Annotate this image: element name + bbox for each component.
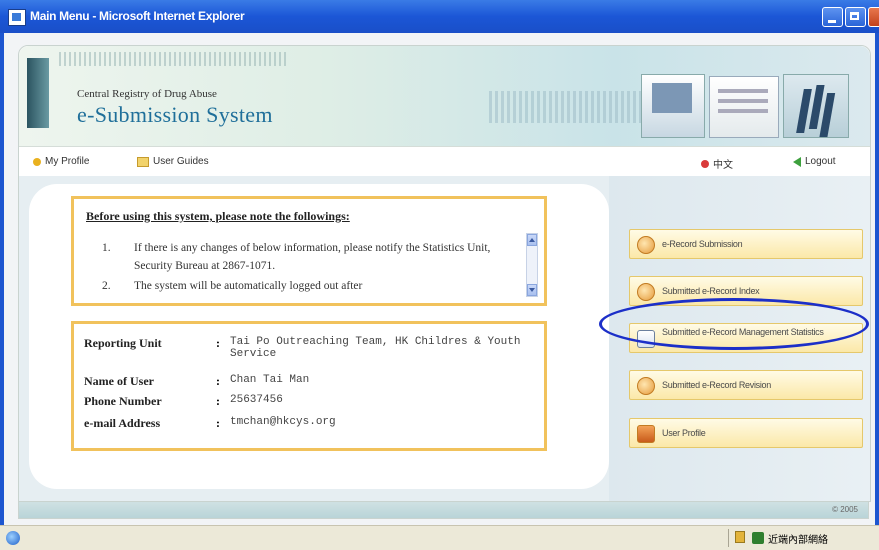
list-item-number: 1. (102, 242, 111, 254)
email-value: tmchan@hkcys.org (230, 416, 336, 428)
phone-label: Phone Number (84, 394, 162, 408)
book-icon (137, 156, 149, 167)
scroll-up-button[interactable] (527, 234, 537, 246)
maximize-button[interactable] (845, 7, 866, 27)
computer-picture (641, 74, 705, 138)
decorative-pattern (59, 52, 289, 66)
status-bar: 近端內部網絡 (0, 525, 879, 550)
management-statistics-button[interactable]: Submitted e-Record Management Statistics (629, 323, 863, 353)
document-picture (709, 76, 779, 138)
logo-bar (27, 58, 49, 128)
main-content: Before using this system, please note th… (18, 176, 871, 502)
user-profile-icon (637, 425, 655, 443)
my-profile-link[interactable]: My Profile (33, 156, 89, 167)
menu-label: Submitted e-Record Revision (662, 380, 771, 390)
security-zone: 近端內部網絡 (768, 535, 828, 546)
notice-scrollbar[interactable] (526, 233, 538, 297)
colon: : (216, 374, 220, 388)
chinese-link[interactable]: 中文 (701, 156, 733, 171)
notice-title: Before using this system, please note th… (86, 209, 350, 223)
ie-window-icon[interactable] (8, 9, 26, 26)
bullet-icon (33, 157, 41, 166)
language-icon (701, 159, 709, 168)
name-value: Chan Tai Man (230, 374, 310, 386)
lock-icon (735, 531, 745, 543)
list-item-text: The system will be automatically logged … (134, 280, 363, 292)
header-banner: Central Registry of Drug Abuse e-Submiss… (19, 46, 870, 146)
page-footer: © 2005 (18, 501, 869, 519)
top-nav: My Profile User Guides 中文 Logout (19, 146, 870, 177)
email-label: e-mail Address (84, 416, 161, 430)
list-item-number: 2. (102, 280, 111, 292)
window-title: Main Menu - Microsoft Internet Explorer (30, 9, 245, 23)
menu-label: e-Record Submission (662, 239, 743, 249)
status-divider (728, 529, 729, 547)
colon: : (216, 336, 220, 350)
colon: : (216, 416, 220, 430)
chinese-label: 中文 (713, 160, 733, 171)
system-title: e-Submission System (77, 102, 273, 127)
list-item: 2. The system will be automatically logg… (92, 277, 522, 297)
name-label: Name of User (84, 374, 154, 388)
page-status-icon (6, 531, 20, 545)
page-viewport: Central Registry of Drug Abuse e-Submiss… (4, 33, 875, 525)
notice-box: Before using this system, please note th… (71, 196, 547, 306)
logout-label: Logout (805, 156, 836, 167)
browser-window: Main Menu - Microsoft Internet Explorer … (0, 0, 879, 550)
logout-arrow-icon (793, 156, 801, 167)
close-button[interactable] (868, 7, 879, 27)
list-item-text: If there is any changes of below informa… (134, 242, 491, 272)
reporting-unit-label: Reporting Unit (84, 336, 162, 350)
menu-panel: e-Record Submission Submitted e-Record I… (609, 176, 870, 501)
site-header: Central Registry of Drug Abuse e-Submiss… (18, 45, 871, 177)
notice-list[interactable]: 1. If there is any changes of below info… (92, 239, 522, 301)
reporting-unit-value: Tai Po Outreaching Team, HK Childres & Y… (230, 336, 521, 360)
phone-value: 25637456 (230, 394, 283, 406)
pens-picture (783, 74, 849, 138)
title-bar[interactable]: Main Menu - Microsoft Internet Explorer (0, 0, 879, 33)
menu-label: User Profile (662, 428, 706, 438)
reporting-unit-row: Reporting Unit : Tai Po Outreaching Team… (84, 336, 544, 366)
logout-link[interactable]: Logout (793, 156, 836, 167)
intranet-zone-icon (752, 532, 764, 544)
index-icon (637, 283, 655, 301)
colon: : (216, 394, 220, 408)
revision-icon (637, 377, 655, 395)
submission-icon (637, 236, 655, 254)
my-profile-label: My Profile (45, 156, 90, 167)
left-panel: Before using this system, please note th… (29, 184, 609, 489)
user-info-box: Reporting Unit : Tai Po Outreaching Team… (71, 321, 547, 451)
menu-label: Submitted e-Record Management Statistics (662, 327, 824, 337)
window-frame-right (875, 33, 879, 525)
user-profile-button[interactable]: User Profile (629, 418, 863, 448)
list-item: 1. If there is any changes of below info… (92, 239, 522, 275)
minimize-button[interactable] (822, 7, 843, 27)
submitted-e-record-revision-button[interactable]: Submitted e-Record Revision (629, 370, 863, 400)
user-guides-label: User Guides (153, 156, 209, 167)
registry-name: Central Registry of Drug Abuse (77, 88, 217, 100)
user-guides-link[interactable]: User Guides (137, 156, 209, 167)
submitted-e-record-index-button[interactable]: Submitted e-Record Index (629, 276, 863, 306)
scroll-down-button[interactable] (527, 284, 537, 296)
statistics-icon (637, 330, 655, 348)
e-record-submission-button[interactable]: e-Record Submission (629, 229, 863, 259)
copyright: © 2005 (832, 505, 858, 514)
menu-label: Submitted e-Record Index (662, 286, 760, 296)
